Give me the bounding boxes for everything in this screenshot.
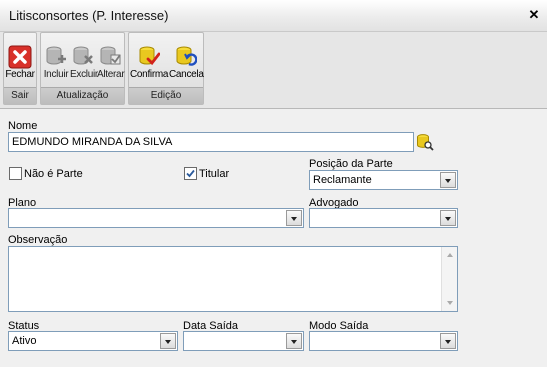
- ribbon-group-edicao: Confirma Cancela Edição: [128, 32, 204, 105]
- nome-field[interactable]: EDMUNDO MIRANDA DA SILVA: [8, 132, 414, 152]
- ribbon-group-sair-label: Sair: [4, 87, 36, 104]
- observacao-label: Observação: [8, 234, 68, 246]
- fechar-label: Fechar: [5, 69, 35, 80]
- cancela-label: Cancela: [169, 69, 204, 80]
- chevron-down-icon[interactable]: [160, 333, 176, 349]
- ribbon-group-sair: Fechar Sair: [3, 32, 37, 105]
- excluir-button[interactable]: Excluir: [70, 43, 98, 87]
- data-saida-select[interactable]: [183, 331, 304, 351]
- titular-label: Titular: [199, 168, 230, 180]
- alterar-label: Alterar: [97, 69, 125, 80]
- chevron-down-icon[interactable]: [440, 172, 456, 188]
- cancela-button[interactable]: Cancela: [169, 43, 204, 87]
- incluir-button[interactable]: Incluir: [43, 43, 69, 87]
- close-red-x-icon: [8, 45, 32, 69]
- status-select[interactable]: Ativo: [8, 331, 178, 351]
- window-titlebar: Litisconsortes (P. Interesse) ✕: [0, 0, 547, 32]
- close-icon[interactable]: ✕: [527, 8, 541, 22]
- database-edit-icon: [100, 46, 121, 65]
- modo-saida-select[interactable]: [309, 331, 458, 351]
- ribbon-toolbar: Fechar Sair Incluir Excluir Alterar Atua…: [0, 32, 547, 109]
- ribbon-group-atualizacao: Incluir Excluir Alterar Atualização: [40, 32, 125, 105]
- chevron-down-icon[interactable]: [440, 333, 456, 349]
- nao-e-parte-checkbox[interactable]: [9, 167, 22, 180]
- titular-checkbox[interactable]: [184, 167, 197, 180]
- confirma-button[interactable]: Confirma: [130, 43, 168, 87]
- database-delete-icon: [73, 46, 93, 65]
- chevron-down-icon[interactable]: [286, 333, 302, 349]
- fechar-button[interactable]: Fechar: [4, 43, 36, 87]
- observacao-textarea[interactable]: [8, 246, 458, 312]
- advogado-select[interactable]: [309, 208, 458, 228]
- nome-label: Nome: [8, 120, 38, 132]
- nao-e-parte-label: Não é Parte: [24, 168, 83, 180]
- posicao-value: Reclamante: [313, 174, 372, 186]
- checkmark-icon: [186, 169, 195, 178]
- chevron-down-icon[interactable]: [286, 210, 302, 226]
- database-add-icon: [46, 46, 66, 65]
- ribbon-group-atualizacao-label: Atualização: [41, 87, 124, 104]
- posicao-select[interactable]: Reclamante: [309, 170, 458, 190]
- window-title: Litisconsortes (P. Interesse): [9, 8, 169, 23]
- excluir-label: Excluir: [70, 69, 98, 80]
- database-cancel-icon: [176, 46, 197, 66]
- posicao-label: Posição da Parte: [309, 158, 393, 170]
- observacao-scrollbar[interactable]: [441, 247, 457, 311]
- plano-select[interactable]: [8, 208, 304, 228]
- database-search-icon[interactable]: [416, 133, 434, 151]
- status-value: Ativo: [12, 335, 37, 347]
- ribbon-group-edicao-label: Edição: [129, 87, 203, 104]
- database-confirm-icon: [139, 46, 160, 66]
- scroll-down-icon[interactable]: [447, 301, 453, 305]
- chevron-down-icon[interactable]: [440, 210, 456, 226]
- scroll-up-icon[interactable]: [447, 253, 453, 257]
- confirma-label: Confirma: [130, 69, 169, 80]
- incluir-label: Incluir: [43, 69, 69, 80]
- alterar-button[interactable]: Alterar: [97, 43, 125, 87]
